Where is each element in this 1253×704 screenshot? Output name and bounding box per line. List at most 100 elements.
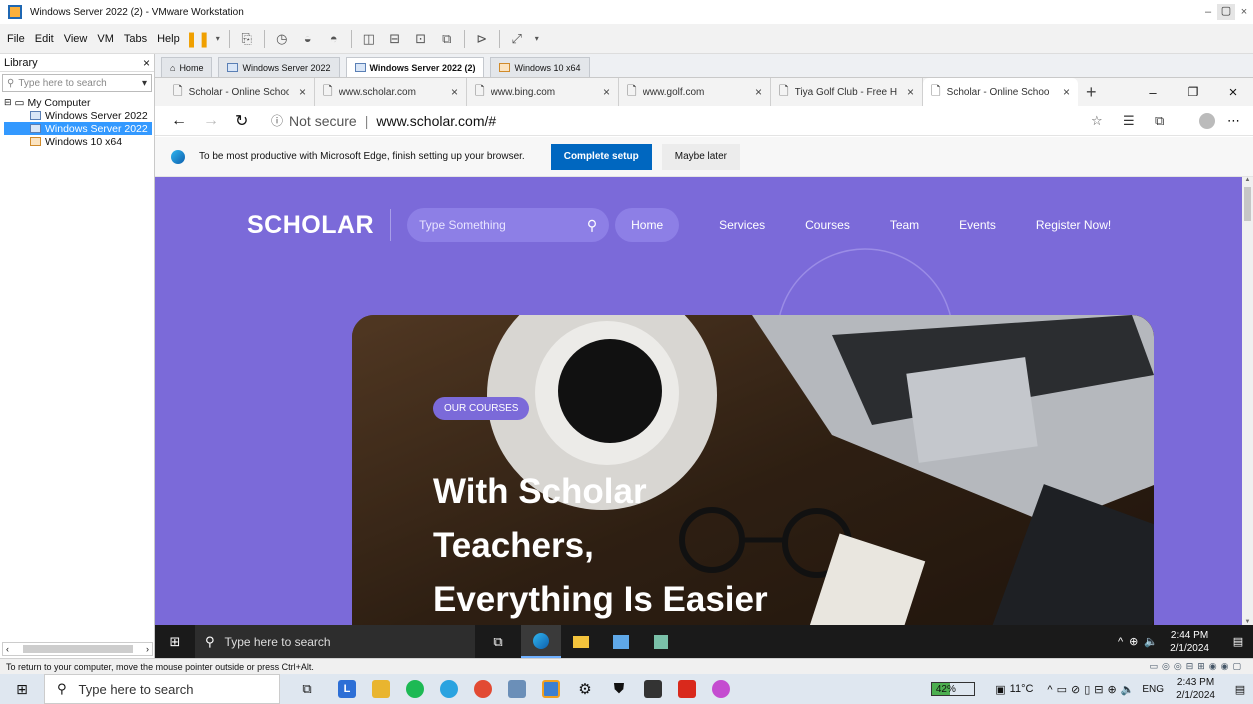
console-icon[interactable]: ⊳ bbox=[472, 29, 492, 49]
network-icon[interactable]: ⊕ bbox=[1129, 635, 1138, 648]
browser-tab[interactable]: 🗋 www.bing.com × bbox=[467, 78, 619, 106]
task-view-icon[interactable]: ⧉ bbox=[475, 634, 521, 650]
chevron-down-icon[interactable]: ▾ bbox=[142, 78, 147, 89]
new-tab-icon[interactable]: + bbox=[1086, 82, 1097, 103]
dropdown-icon[interactable]: ▾ bbox=[214, 29, 222, 49]
browser-tab[interactable]: 🗋 Scholar - Online Schoo × bbox=[165, 78, 315, 106]
app-icon[interactable] bbox=[712, 680, 730, 698]
app-l-icon[interactable]: L bbox=[338, 680, 356, 698]
menu-tabs[interactable]: Tabs bbox=[119, 33, 152, 45]
battery-indicator[interactable]: 42% bbox=[931, 682, 976, 696]
vm-taskbar-search[interactable]: ⚲ Type here to search bbox=[195, 625, 475, 658]
maybe-later-button[interactable]: Maybe later bbox=[661, 143, 740, 170]
profile-avatar[interactable] bbox=[1199, 112, 1215, 129]
nav-team[interactable]: Team bbox=[890, 218, 919, 232]
unity-icon[interactable]: ⧉ bbox=[437, 29, 457, 49]
browser-tab[interactable]: 🗋 www.golf.com × bbox=[619, 78, 771, 106]
menu-vm[interactable]: VM bbox=[92, 33, 119, 45]
chrome-icon[interactable] bbox=[474, 680, 492, 698]
weather-icon[interactable]: ▣ bbox=[995, 683, 1005, 696]
volume-muted-icon[interactable]: 🔈 bbox=[1144, 635, 1158, 648]
collections-icon[interactable]: ⧉ bbox=[1155, 113, 1187, 129]
minimize-button[interactable]: – bbox=[1133, 85, 1173, 100]
nav-events[interactable]: Events bbox=[959, 218, 996, 232]
favorites-icon[interactable]: ☰ bbox=[1123, 113, 1155, 129]
browser-tab[interactable]: 🗋 www.scholar.com × bbox=[315, 78, 467, 106]
notifications-icon[interactable]: ▤ bbox=[1227, 683, 1253, 696]
security-icon[interactable]: ⛊ bbox=[610, 680, 628, 698]
app-icon[interactable] bbox=[508, 680, 526, 698]
windows-start-icon[interactable]: ⊞ bbox=[0, 681, 44, 698]
pdf-icon[interactable] bbox=[678, 680, 696, 698]
collapse-icon[interactable]: ⊟ bbox=[4, 97, 12, 108]
back-icon[interactable]: ← bbox=[171, 112, 203, 130]
site-logo[interactable]: SCHOLAR bbox=[247, 211, 374, 240]
address-field[interactable]: ⓘ Not secure | www.scholar.com/# bbox=[271, 109, 1091, 133]
close-button[interactable]: × bbox=[1235, 6, 1253, 18]
edge-taskbar-icon[interactable] bbox=[521, 625, 561, 658]
tree-vm-windows-server-2022[interactable]: Windows Server 2022 bbox=[4, 109, 154, 122]
more-icon[interactable]: ⋯ bbox=[1227, 113, 1253, 129]
browser-tab[interactable]: 🗋 Tiya Golf Club - Free H × bbox=[771, 78, 923, 106]
browser-tab-active[interactable]: 🗋 Scholar - Online Schoo × bbox=[923, 78, 1078, 106]
vmware-icon[interactable] bbox=[542, 680, 560, 698]
vm-tab-windows-server-2022-2[interactable]: Windows Server 2022 (2) bbox=[345, 57, 485, 77]
scroll-left-icon[interactable]: ‹ bbox=[6, 644, 9, 654]
menu-view[interactable]: View bbox=[59, 33, 93, 45]
scroll-up-icon[interactable]: ▲ bbox=[1242, 177, 1253, 183]
menu-file[interactable]: File bbox=[2, 33, 30, 45]
site-search-input[interactable]: Type Something ⚲ bbox=[407, 208, 610, 242]
language-indicator[interactable]: ENG bbox=[1142, 684, 1164, 695]
library-hscrollbar[interactable]: ‹ › bbox=[2, 642, 153, 656]
telegram-icon[interactable] bbox=[440, 680, 458, 698]
snapshot-icon[interactable]: ◷ bbox=[272, 29, 292, 49]
close-tab-icon[interactable]: × bbox=[1063, 85, 1070, 99]
scroll-right-icon[interactable]: › bbox=[146, 644, 149, 654]
terminal-icon[interactable] bbox=[644, 680, 662, 698]
scroll-thumb[interactable] bbox=[1244, 187, 1251, 221]
favorite-star-icon[interactable]: ☆ bbox=[1091, 113, 1123, 129]
dropdown-icon[interactable]: ▾ bbox=[533, 29, 541, 49]
close-button[interactable]: × bbox=[1213, 84, 1253, 101]
refresh-icon[interactable]: ↻ bbox=[235, 111, 271, 131]
thumbnail-view-icon[interactable]: ⊟ bbox=[385, 29, 405, 49]
file-explorer-icon[interactable] bbox=[372, 680, 390, 698]
tree-vm-windows-server-2022-2[interactable]: Windows Server 2022 bbox=[4, 122, 152, 135]
close-tab-icon[interactable]: × bbox=[603, 85, 610, 99]
tree-vm-windows-10[interactable]: Windows 10 x64 bbox=[4, 135, 154, 148]
chevron-up-icon[interactable]: ^ bbox=[1118, 636, 1123, 648]
nav-register[interactable]: Register Now! bbox=[1036, 218, 1111, 232]
minimize-button[interactable]: – bbox=[1199, 6, 1217, 18]
revert-snapshot-icon[interactable]: ◒ bbox=[298, 29, 318, 49]
notifications-icon[interactable]: ▤ bbox=[1223, 635, 1253, 648]
library-view-icon[interactable]: ◫ bbox=[359, 29, 379, 49]
nav-home[interactable]: Home bbox=[615, 208, 680, 242]
menu-help[interactable]: Help bbox=[152, 33, 185, 45]
nav-courses[interactable]: Courses bbox=[805, 218, 850, 232]
pause-icon[interactable]: ❚❚ bbox=[185, 29, 210, 49]
page-scrollbar[interactable]: ▲ ▼ bbox=[1242, 177, 1253, 625]
tray-icons[interactable]: ^▭⊘▯⊟⊕🔈 bbox=[1047, 683, 1138, 696]
forward-icon[interactable]: → bbox=[203, 112, 235, 130]
file-explorer-icon[interactable] bbox=[561, 635, 601, 648]
vm-tab-windows-10[interactable]: Windows 10 x64 bbox=[490, 57, 590, 77]
host-clock[interactable]: 2:43 PM 2/1/2024 bbox=[1176, 676, 1215, 702]
snapshot-manager-icon[interactable]: ◓ bbox=[324, 29, 344, 49]
tree-my-computer[interactable]: ⊟ ▭ My Computer bbox=[4, 96, 154, 109]
close-tab-icon[interactable]: × bbox=[451, 85, 458, 99]
settings-icon[interactable]: ⚙ bbox=[576, 680, 594, 698]
send-ctrl-alt-del-icon[interactable]: ⎘ bbox=[237, 29, 257, 49]
vm-clock[interactable]: 2:44 PM 2/1/2024 bbox=[1170, 629, 1209, 655]
search-icon[interactable]: ⚲ bbox=[587, 217, 597, 234]
close-tab-icon[interactable]: × bbox=[299, 85, 306, 99]
restore-button[interactable]: ❐ bbox=[1173, 85, 1213, 99]
close-tab-icon[interactable]: × bbox=[755, 85, 762, 99]
device-status-icons[interactable]: ▭◎◎⊟⊞◉◉▢ bbox=[1149, 661, 1245, 672]
menu-edit[interactable]: Edit bbox=[30, 33, 59, 45]
complete-setup-button[interactable]: Complete setup bbox=[550, 143, 652, 170]
server-manager-icon[interactable] bbox=[601, 634, 641, 649]
nav-services[interactable]: Services bbox=[719, 218, 765, 232]
close-tab-icon[interactable]: × bbox=[907, 85, 914, 99]
courses-badge[interactable]: OUR COURSES bbox=[433, 397, 530, 420]
restore-button[interactable]: ▢ bbox=[1217, 4, 1235, 20]
